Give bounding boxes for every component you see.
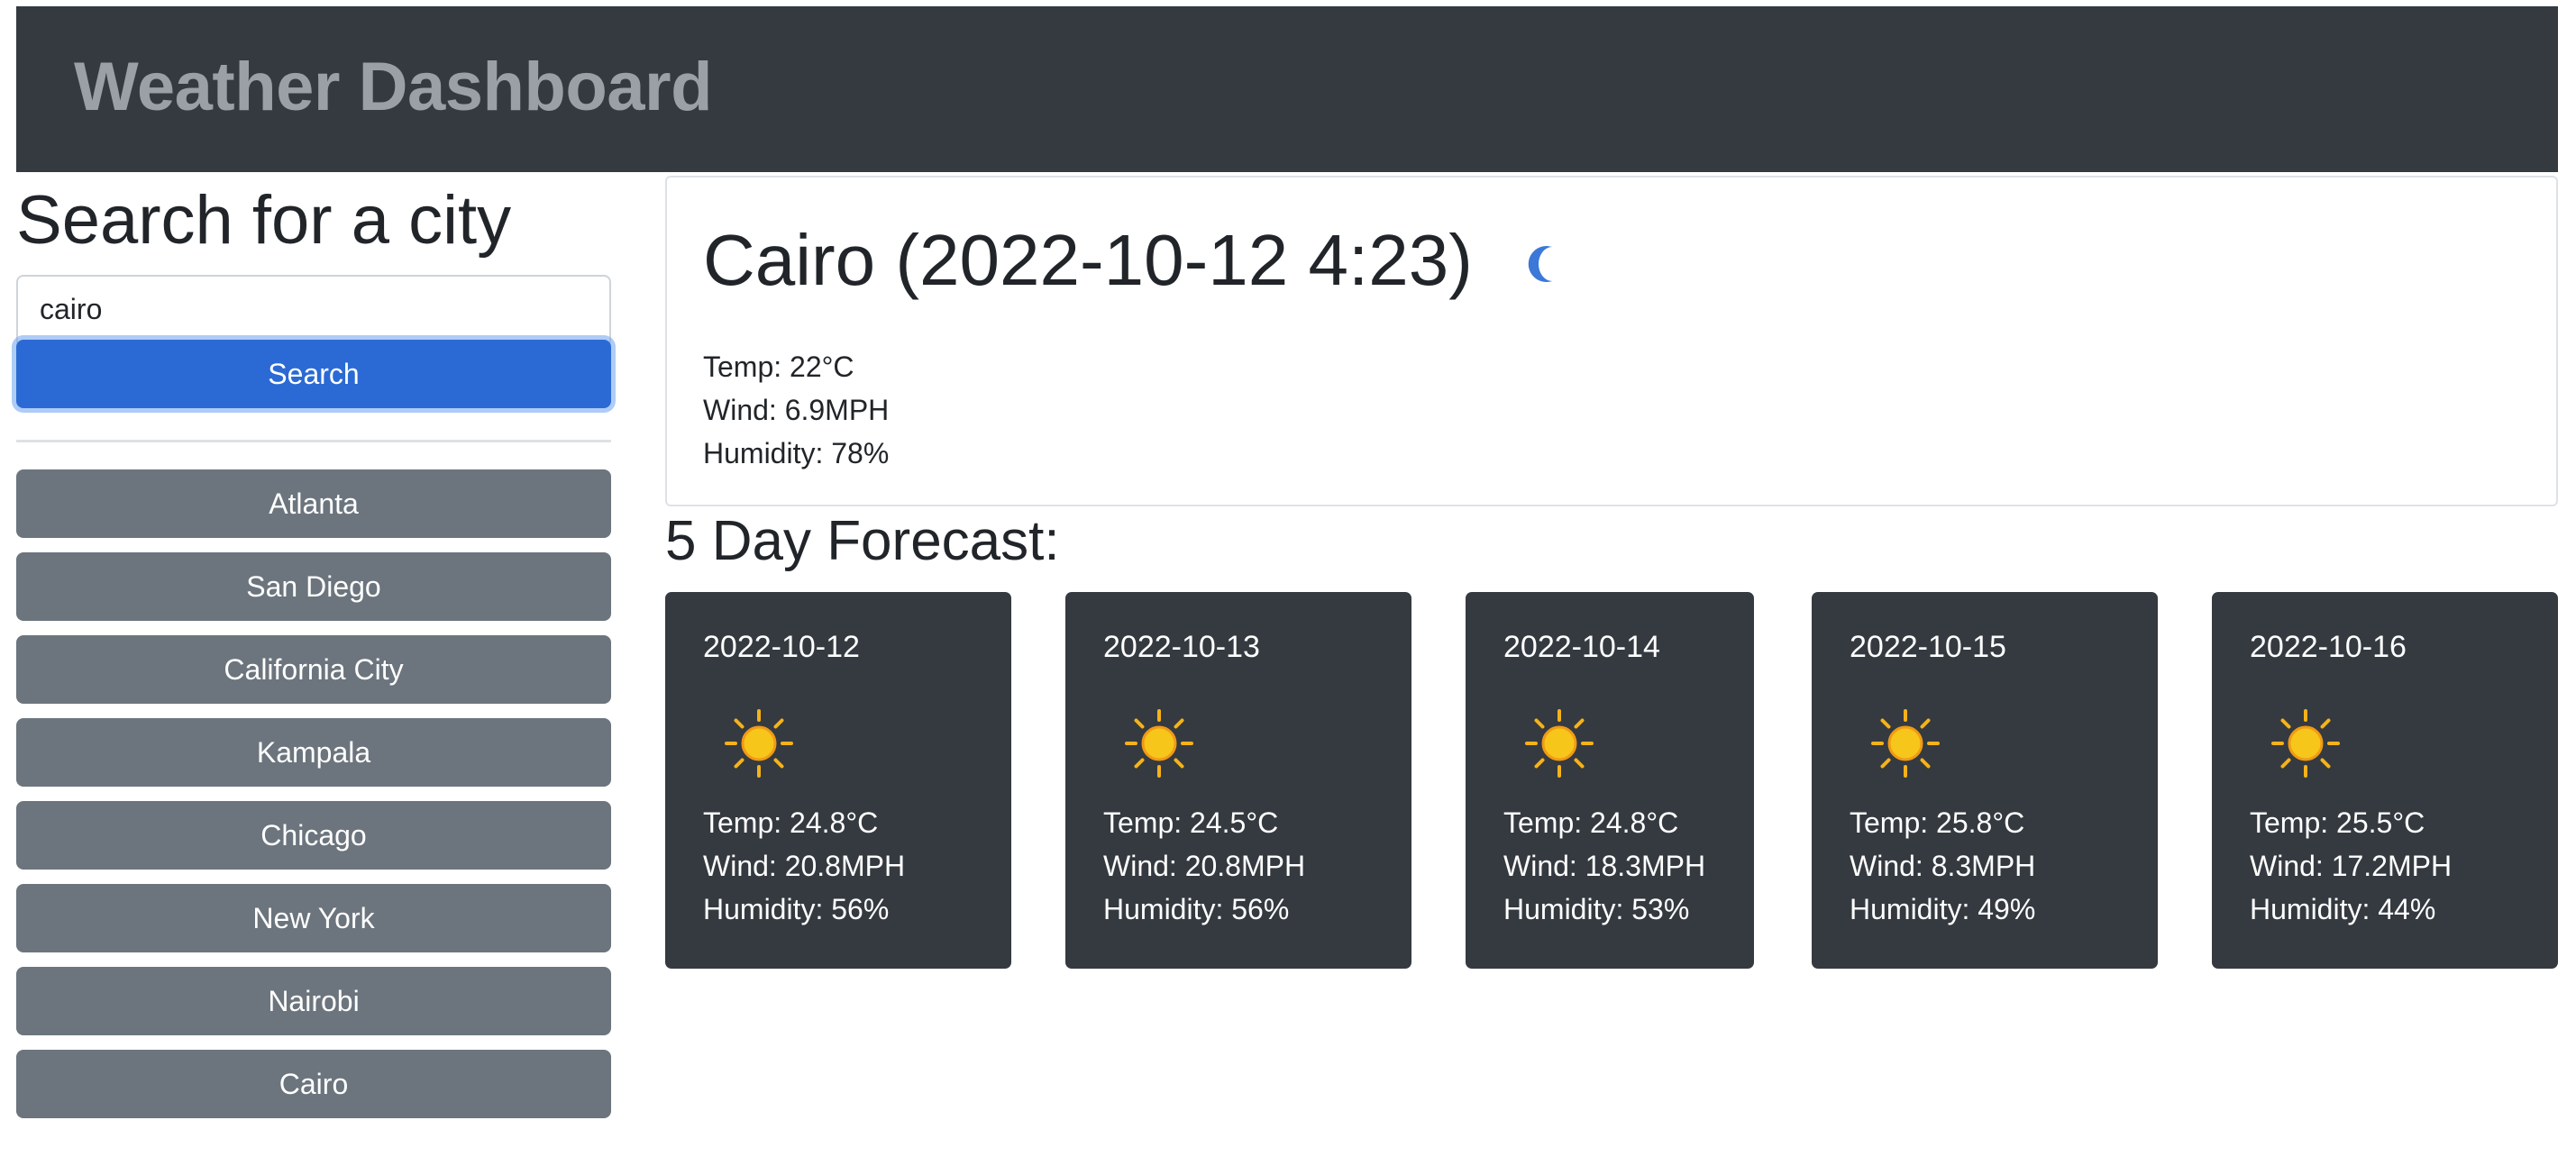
sidebar-divider <box>16 440 611 442</box>
forecast-stats: Temp: 24.8°C Wind: 20.8MPH Humidity: 56% <box>703 801 905 931</box>
current-weather-panel: Cairo (2022-10-12 4:23) Temp: 22°C Wind:… <box>665 176 2558 506</box>
app-title: Weather Dashboard <box>74 49 713 125</box>
forecast-stats: Temp: 24.5°C Wind: 20.8MPH Humidity: 56% <box>1103 801 1305 931</box>
forecast-wind: Wind: 17.2MPH <box>2250 850 2453 882</box>
sun-icon <box>1125 709 1193 778</box>
forecast-card: 2022-10-14 Temp: 24.8°C Wind: 18.3MPH Hu… <box>1466 592 1754 969</box>
current-wind: Wind: 6.9MPH <box>703 394 890 426</box>
forecast-humidity: Humidity: 49% <box>1850 893 2036 925</box>
forecast-card: 2022-10-16 Temp: 25.5°C Wind: 17.2MPH Hu… <box>2212 592 2558 969</box>
forecast-date: 2022-10-14 <box>1503 630 1660 664</box>
forecast-wind: Wind: 8.3MPH <box>1850 850 2036 882</box>
search-history-list: Atlanta San Diego California City Kampal… <box>16 469 611 1133</box>
forecast-stats: Temp: 24.8°C Wind: 18.3MPH Humidity: 53% <box>1503 801 1705 931</box>
history-city-button[interactable]: Kampala <box>16 718 611 787</box>
moon-icon <box>1528 246 1552 282</box>
forecast-wind: Wind: 20.8MPH <box>703 850 906 882</box>
forecast-wind: Wind: 20.8MPH <box>1103 850 1306 882</box>
current-title-row: Cairo (2022-10-12 4:23) <box>703 224 1570 296</box>
city-search-input[interactable] <box>16 275 611 343</box>
forecast-heading: 5 Day Forecast: <box>665 510 1060 572</box>
forecast-card: 2022-10-15 Temp: 25.8°C Wind: 8.3MPH Hum… <box>1812 592 2158 969</box>
history-city-button[interactable]: California City <box>16 635 611 704</box>
history-city-button[interactable]: New York <box>16 884 611 952</box>
forecast-humidity: Humidity: 56% <box>703 893 890 925</box>
forecast-humidity: Humidity: 44% <box>2250 893 2436 925</box>
app-header: Weather Dashboard <box>16 6 2558 172</box>
sun-icon <box>725 709 793 778</box>
history-city-button[interactable]: Atlanta <box>16 469 611 538</box>
page-top-strip <box>0 0 2576 6</box>
history-city-button[interactable]: Cairo <box>16 1050 611 1118</box>
history-city-button[interactable]: San Diego <box>16 552 611 621</box>
search-heading: Search for a city <box>16 182 512 259</box>
forecast-card: 2022-10-12 Temp: 24.8°C Wind: 20.8MPH Hu… <box>665 592 1011 969</box>
forecast-humidity: Humidity: 56% <box>1103 893 1290 925</box>
current-temp: Temp: 22°C <box>703 351 854 383</box>
forecast-temp: Temp: 25.8°C <box>1850 806 2025 839</box>
forecast-date: 2022-10-16 <box>2250 630 2407 664</box>
current-humidity: Humidity: 78% <box>703 437 890 469</box>
sun-icon <box>2271 709 2340 778</box>
current-city-title: Cairo (2022-10-12 4:23) <box>703 220 1473 300</box>
history-city-button[interactable]: Nairobi <box>16 967 611 1035</box>
forecast-humidity: Humidity: 53% <box>1503 893 1690 925</box>
forecast-wind: Wind: 18.3MPH <box>1503 850 1706 882</box>
forecast-stats: Temp: 25.5°C Wind: 17.2MPH Humidity: 44% <box>2250 801 2452 931</box>
forecast-date: 2022-10-15 <box>1850 630 2006 664</box>
sun-icon <box>1525 709 1594 778</box>
forecast-date: 2022-10-13 <box>1103 630 1260 664</box>
forecast-temp: Temp: 24.5°C <box>1103 806 1279 839</box>
current-stats: Temp: 22°C Wind: 6.9MPH Humidity: 78% <box>703 345 889 475</box>
forecast-temp: Temp: 24.8°C <box>703 806 879 839</box>
forecast-date: 2022-10-12 <box>703 630 860 664</box>
history-city-button[interactable]: Chicago <box>16 801 611 870</box>
forecast-stats: Temp: 25.8°C Wind: 8.3MPH Humidity: 49% <box>1850 801 2035 931</box>
forecast-card: 2022-10-13 Temp: 24.5°C Wind: 20.8MPH Hu… <box>1065 592 1411 969</box>
forecast-temp: Temp: 24.8°C <box>1503 806 1679 839</box>
forecast-temp: Temp: 25.5°C <box>2250 806 2425 839</box>
search-button[interactable]: Search <box>16 340 611 408</box>
sun-icon <box>1871 709 1940 778</box>
